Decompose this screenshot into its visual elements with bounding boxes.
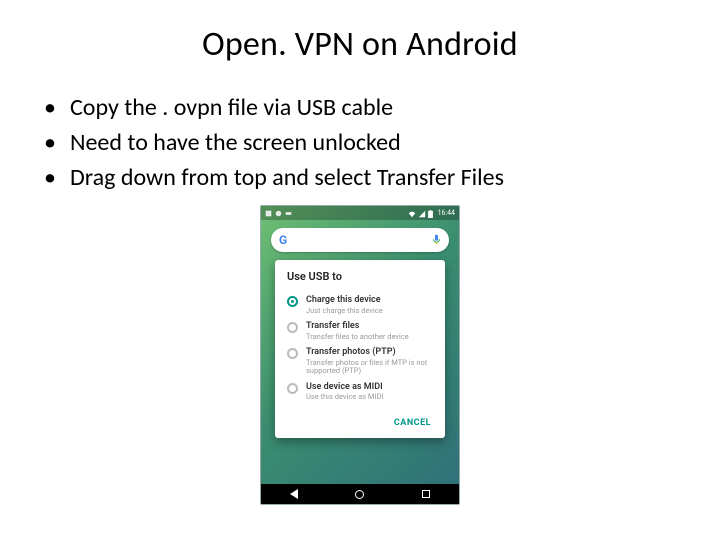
wifi-icon: [408, 210, 415, 217]
option-subtext: Transfer files to another device: [306, 333, 433, 342]
option-label: Transfer files: [306, 321, 433, 331]
option-label: Transfer photos (PTP): [306, 347, 433, 357]
home-icon[interactable]: [355, 490, 364, 499]
radio-selected-icon: [287, 296, 298, 307]
phone-screen: 16:44 G Use USB to Charge this device Ju…: [260, 205, 460, 505]
option-label: Charge this device: [306, 295, 433, 305]
android-nav-bar: [261, 484, 459, 504]
cancel-button[interactable]: CANCEL: [392, 414, 433, 432]
notification-icon: [285, 210, 292, 217]
bullet-item: Drag down from top and select Transfer F…: [44, 161, 690, 196]
bullet-item: Need to have the screen unlocked: [44, 126, 690, 161]
dialog-title: Use USB to: [287, 270, 433, 283]
google-search-bar[interactable]: G: [271, 228, 449, 252]
signal-icon: [418, 210, 425, 217]
radio-icon: [287, 322, 298, 333]
battery-icon: [428, 210, 435, 217]
slide: Open. VPN on Android Copy the . ovpn fil…: [0, 0, 720, 540]
usb-option-ptp[interactable]: Transfer photos (PTP) Transfer photos or…: [287, 343, 433, 378]
status-time: 16:44: [438, 209, 455, 217]
phone-screenshot: 16:44 G Use USB to Charge this device Ju…: [260, 205, 460, 505]
recents-icon[interactable]: [422, 490, 430, 498]
option-subtext: Use this device as MIDI: [306, 393, 433, 402]
mic-icon[interactable]: [432, 231, 441, 250]
status-bar: 16:44: [261, 206, 459, 220]
option-subtext: Just charge this device: [306, 307, 433, 316]
usb-option-transfer-files[interactable]: Transfer files Transfer files to another…: [287, 317, 433, 343]
radio-icon: [287, 348, 298, 359]
radio-icon: [287, 383, 298, 394]
usb-option-midi[interactable]: Use device as MIDI Use this device as MI…: [287, 378, 433, 404]
notification-icon: [275, 210, 282, 217]
google-logo: G: [279, 233, 287, 247]
usb-option-charge[interactable]: Charge this device Just charge this devi…: [287, 291, 433, 317]
slide-title: Open. VPN on Android: [30, 24, 690, 65]
usb-dialog: Use USB to Charge this device Just charg…: [275, 260, 445, 438]
option-subtext: Transfer photos or files if MTP is not s…: [306, 359, 433, 376]
bullet-list: Copy the . ovpn file via USB cable Need …: [30, 91, 690, 195]
bullet-item: Copy the . ovpn file via USB cable: [44, 91, 690, 126]
back-icon[interactable]: [290, 489, 298, 499]
notification-icon: [265, 210, 272, 217]
option-label: Use device as MIDI: [306, 382, 433, 392]
